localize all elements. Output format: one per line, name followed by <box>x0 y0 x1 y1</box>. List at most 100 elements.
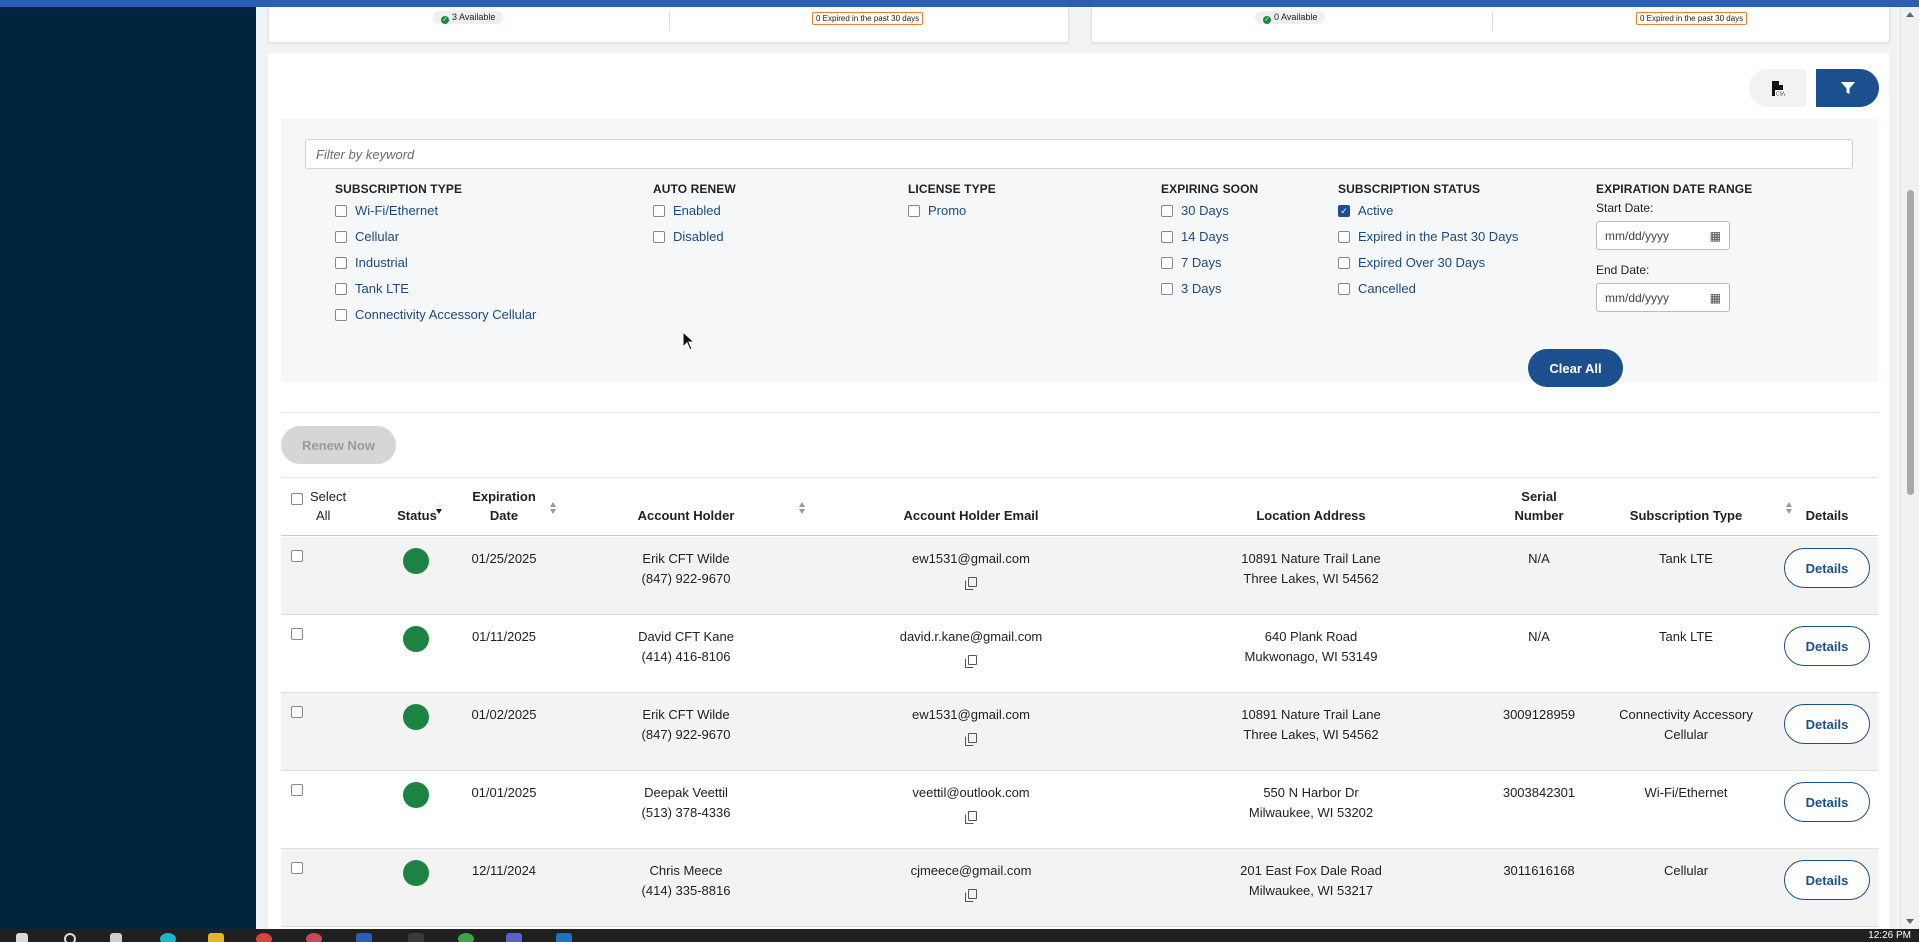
filter-option-active[interactable]: ✓ Active <box>1338 201 1518 220</box>
subscription-type: Connectivity Accessory Cellular <box>1619 707 1753 742</box>
row-checkbox[interactable] <box>291 784 303 796</box>
filter-toggle-button[interactable] <box>1816 69 1879 107</box>
copy-icon[interactable] <box>965 810 977 824</box>
summary-card-2: ✓ 0 Available 0 Expired in the past 30 da… <box>1091 7 1890 43</box>
filter-option-tank-lte[interactable]: Tank LTE <box>335 279 536 298</box>
sort-status-icon[interactable] <box>436 502 443 514</box>
scroll-down-icon[interactable] <box>1906 919 1914 924</box>
copy-icon[interactable] <box>965 732 977 746</box>
details-button[interactable]: Details <box>1784 704 1870 744</box>
keyword-filter-input[interactable] <box>305 139 1853 169</box>
app-icon[interactable] <box>306 933 322 942</box>
filter-option-enabled[interactable]: Enabled <box>653 201 736 220</box>
task-view-icon[interactable] <box>110 933 122 942</box>
system-clock: 12:26 PM <box>1868 930 1911 941</box>
column-header-select-all[interactable]: Select All <box>310 487 350 525</box>
checkbox[interactable] <box>1161 230 1173 243</box>
filter-option-connectivity-accessory-cellular[interactable]: Connectivity Accessory Cellular <box>335 305 536 324</box>
checkbox[interactable] <box>908 204 920 217</box>
checkbox[interactable] <box>1338 230 1350 243</box>
filter-option-cancelled[interactable]: Cancelled <box>1338 279 1518 298</box>
account-holder: Deepak Veettil (513) 378-4336 <box>641 785 731 820</box>
status-active-indicator <box>403 626 429 652</box>
app-icon[interactable] <box>408 933 424 942</box>
table-row: 01/02/2025 Erik CFT Wilde (847) 922-9670 … <box>281 693 1878 771</box>
search-icon[interactable] <box>64 933 76 942</box>
checkbox[interactable] <box>1338 256 1350 269</box>
serial-number: 3011616168 <box>1503 863 1575 878</box>
start-icon[interactable] <box>16 933 28 942</box>
outlook-icon[interactable] <box>556 933 572 942</box>
calendar-icon[interactable]: ▦ <box>1710 291 1721 305</box>
teams-icon[interactable] <box>506 933 522 942</box>
row-checkbox[interactable] <box>291 628 303 640</box>
word-icon[interactable] <box>356 933 372 942</box>
column-header-account-holder[interactable]: Account Holder <box>611 506 761 525</box>
status-active-indicator <box>403 860 429 886</box>
serial-number: N/A <box>1528 629 1550 644</box>
row-checkbox[interactable] <box>291 550 303 562</box>
scroll-up-icon[interactable] <box>1906 12 1914 17</box>
sort-subscription-type-icon[interactable] <box>1786 502 1793 514</box>
divider <box>281 412 1878 413</box>
expiration-date: 01/02/2025 <box>471 707 537 722</box>
file-explorer-icon[interactable] <box>208 933 224 942</box>
checkbox[interactable] <box>335 204 347 217</box>
end-date-input[interactable]: mm/dd/yyyy ▦ <box>1596 283 1730 312</box>
filter-group-title: EXPIRING SOON <box>1161 182 1259 196</box>
filter-option-14-days[interactable]: 14 Days <box>1161 227 1258 246</box>
filter-option-expired-past-30-days[interactable]: Expired in the Past 30 Days <box>1338 227 1518 246</box>
column-header-subscription-type[interactable]: Subscription Type <box>1606 506 1766 525</box>
filter-option-7-days[interactable]: 7 Days <box>1161 253 1258 272</box>
checkbox-checked[interactable]: ✓ <box>1338 204 1350 217</box>
checkbox[interactable] <box>335 256 347 269</box>
checkbox[interactable] <box>335 282 347 295</box>
expired-badge: 0 Expired in the past 30 days <box>812 12 924 25</box>
app-icon[interactable] <box>458 933 474 942</box>
card-divider <box>669 11 670 31</box>
copy-icon[interactable] <box>965 888 977 902</box>
filter-option-disabled[interactable]: Disabled <box>653 227 736 246</box>
details-button[interactable]: Details <box>1784 782 1870 822</box>
filter-funnel-icon <box>1840 82 1855 94</box>
browser-edge-icon[interactable] <box>160 933 176 942</box>
checkbox[interactable] <box>335 308 347 321</box>
checkbox[interactable] <box>291 493 303 505</box>
subscription-type: Tank LTE <box>1659 551 1713 566</box>
sort-expiration-icon[interactable] <box>550 502 557 514</box>
row-checkbox[interactable] <box>291 706 303 718</box>
checkbox[interactable] <box>1338 282 1350 295</box>
filter-option-promo[interactable]: Promo <box>908 201 996 220</box>
calendar-icon[interactable]: ▦ <box>1710 229 1721 243</box>
details-button[interactable]: Details <box>1784 626 1870 666</box>
start-date-input[interactable]: mm/dd/yyyy ▦ <box>1596 221 1730 250</box>
scrollbar-thumb[interactable] <box>1907 190 1914 495</box>
clear-all-button[interactable]: Clear All <box>1528 349 1623 387</box>
export-csv-button[interactable]: CSV <box>1749 69 1806 107</box>
details-button[interactable]: Details <box>1784 548 1870 588</box>
filter-option-expired-over-30-days[interactable]: Expired Over 30 Days <box>1338 253 1518 272</box>
copy-icon[interactable] <box>965 654 977 668</box>
chrome-icon[interactable] <box>256 933 272 942</box>
filter-option-30-days[interactable]: 30 Days <box>1161 201 1258 220</box>
filter-option-industrial[interactable]: Industrial <box>335 253 536 272</box>
filter-group-expiring-soon: EXPIRING SOON 30 Days 14 Days 7 Days 3 D… <box>1161 182 1258 305</box>
checkbox[interactable] <box>653 230 665 243</box>
copy-icon[interactable] <box>965 576 977 590</box>
checkbox[interactable] <box>653 204 665 217</box>
select-all-checkbox[interactable] <box>291 493 311 505</box>
page-scrollbar[interactable] <box>1900 7 1919 929</box>
filter-option-wifi-ethernet[interactable]: Wi-Fi/Ethernet <box>335 201 536 220</box>
row-checkbox[interactable] <box>291 862 303 874</box>
card-divider <box>1492 11 1493 31</box>
filter-option-3-days[interactable]: 3 Days <box>1161 279 1258 298</box>
checkbox[interactable] <box>1161 204 1173 217</box>
checkbox[interactable] <box>335 230 347 243</box>
sort-account-holder-icon[interactable] <box>799 502 806 514</box>
checkbox[interactable] <box>1161 256 1173 269</box>
checkbox[interactable] <box>1161 282 1173 295</box>
column-header-expiration-date[interactable]: Expiration Date <box>464 487 544 525</box>
filter-option-cellular[interactable]: Cellular <box>335 227 536 246</box>
details-button[interactable]: Details <box>1784 860 1870 900</box>
renew-now-button[interactable]: Renew Now <box>281 426 396 464</box>
